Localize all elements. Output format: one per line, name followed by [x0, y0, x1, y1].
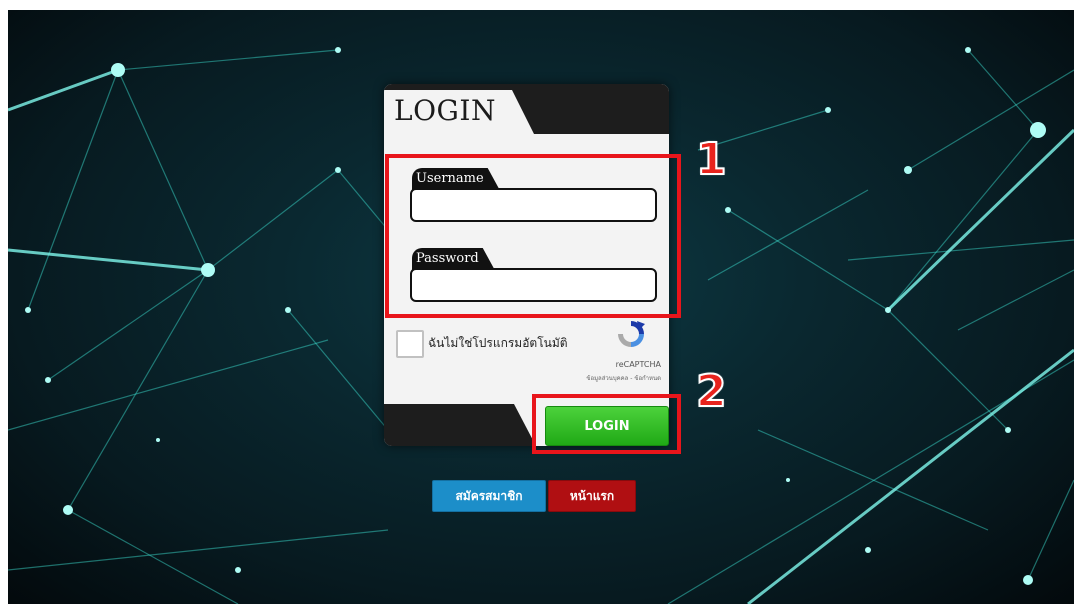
login-button-highlight-box [532, 394, 681, 454]
recaptcha-widget: ฉันไม่ใช่โปรแกรมอัตโนมัติ reCAPTCHA ข้อม… [384, 312, 669, 384]
step-2-marker: 2 [695, 365, 728, 418]
recaptcha-links[interactable]: ข้อมูลส่วนบุคคล - ข้อกำหนด [586, 373, 661, 383]
recaptcha-text: ฉันไม่ใช่โปรแกรมอัตโนมัติ [428, 336, 568, 350]
register-button[interactable]: สมัครสมาชิก [432, 480, 546, 512]
credentials-highlight-box [385, 154, 681, 318]
home-button[interactable]: หน้าแรก [548, 480, 636, 512]
recaptcha-checkbox[interactable] [396, 330, 424, 358]
step-1-marker: 1 [695, 133, 728, 186]
recaptcha-logo-icon [618, 321, 645, 347]
recaptcha-brand: reCAPTCHA [615, 360, 661, 369]
login-title: LOGIN [394, 94, 496, 127]
